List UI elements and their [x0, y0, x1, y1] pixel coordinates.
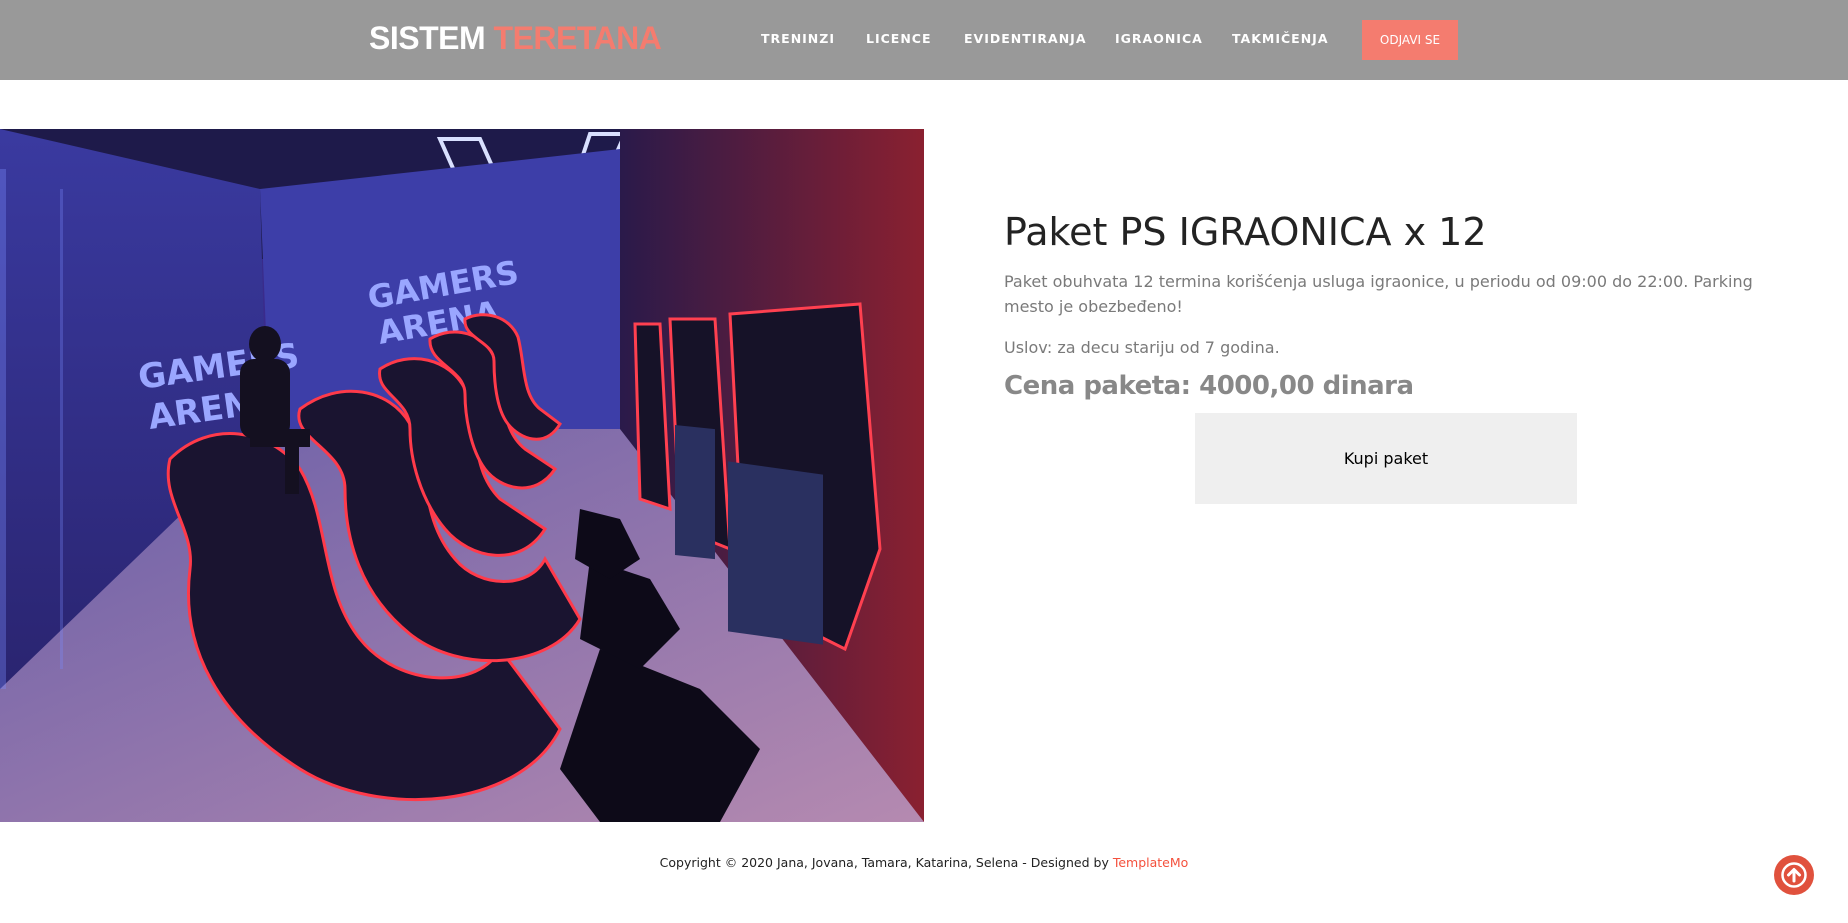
package-photo: GAMERS ARENA GAMERS ARENA: [0, 129, 924, 822]
package-details: Paket PS IGRAONICA x 12 Paket obuhvata 1…: [1004, 205, 1804, 404]
package-condition: Uslov: za decu stariju od 7 godina.: [1004, 338, 1280, 357]
nav-item-treninzi[interactable]: TRENINZI: [761, 31, 835, 46]
package-description: Paket obuhvata 12 termina korišćenja usl…: [1004, 272, 1753, 316]
buy-package-button[interactable]: Kupi paket: [1195, 413, 1577, 504]
nav-item-igraonica[interactable]: IGRAONICA: [1115, 31, 1203, 46]
nav-item-evidentiranja[interactable]: EVIDENTIRANJA: [964, 31, 1087, 46]
package-price: Cena paketa: 4000,00 dinara: [1004, 371, 1414, 401]
footer-designer-link[interactable]: TemplateMo: [1113, 855, 1188, 870]
nav-item-licence[interactable]: LICENCE: [866, 31, 932, 46]
arrow-up-circle-icon: [1781, 862, 1807, 888]
package-title: Paket PS IGRAONICA x 12: [1004, 210, 1487, 254]
logout-button[interactable]: ODJAVI SE: [1362, 20, 1458, 60]
site-footer: Copyright © 2020 Jana, Jovana, Tamara, K…: [0, 855, 1848, 870]
scroll-top-button[interactable]: [1774, 855, 1814, 895]
footer-copyright: Copyright © 2020 Jana, Jovana, Tamara, K…: [659, 855, 1113, 870]
site-header: SISTEM TERETANA TRENINZI LICENCE EVIDENT…: [0, 0, 1848, 80]
main-nav: TRENINZI LICENCE EVIDENTIRANJA IGRAONICA…: [0, 0, 1848, 80]
nav-item-takmicenja[interactable]: TAKMIČENJA: [1232, 31, 1329, 46]
